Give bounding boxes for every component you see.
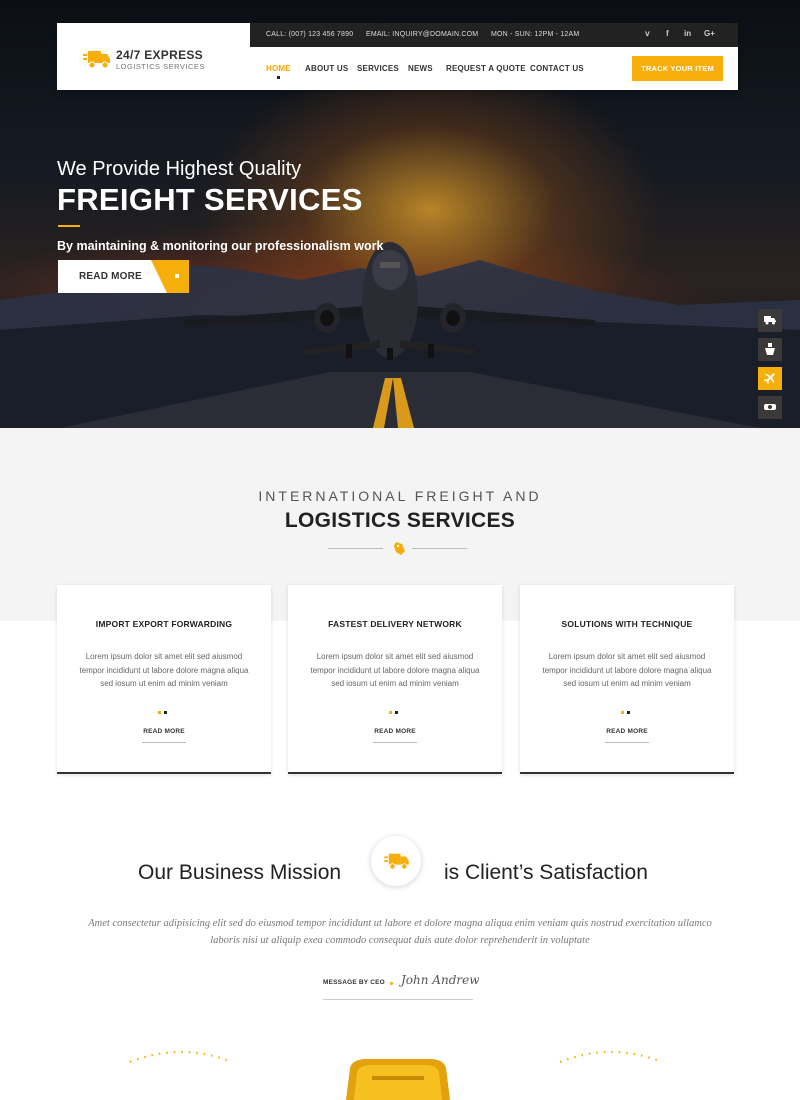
read-more-underline xyxy=(373,742,417,743)
truck-image xyxy=(346,1059,450,1100)
nav-active-indicator xyxy=(277,76,280,79)
ship-icon[interactable] xyxy=(758,338,782,361)
service-card-read-more[interactable]: READ MORE xyxy=(520,728,734,735)
service-card: SOLUTIONS WITH TECHNIQUE Lorem ipsum dol… xyxy=(520,585,734,774)
google-plus-icon[interactable]: G+ xyxy=(704,29,715,38)
service-card-read-more[interactable]: READ MORE xyxy=(57,728,271,735)
service-card: FASTEST DELIVERY NETWORK Lorem ipsum dol… xyxy=(288,585,502,774)
services-title: LOGISTICS SERVICES xyxy=(284,509,516,532)
hero-heading-underline xyxy=(58,225,80,227)
plane-icon[interactable] xyxy=(758,367,782,390)
nav-services[interactable]: SERVICES xyxy=(357,64,399,73)
card-dots-icon xyxy=(158,711,170,715)
ceo-separator-dot xyxy=(390,982,393,985)
logo-title[interactable]: 24/7 EXPRESS xyxy=(116,48,203,62)
tag-icon xyxy=(394,542,405,555)
service-card-title: IMPORT EXPORT FORWARDING xyxy=(95,619,233,629)
card-dots-icon xyxy=(389,711,401,715)
mission-badge xyxy=(371,836,421,886)
service-card-text: Lorem ipsum dolor sit amet elit sed aius… xyxy=(542,652,712,688)
linkedin-icon[interactable]: in xyxy=(684,29,691,38)
title-divider-left xyxy=(328,548,383,549)
ceo-underline xyxy=(323,999,473,1000)
nav-home[interactable]: HOME xyxy=(266,64,291,73)
button-square-icon xyxy=(175,274,179,278)
read-more-underline xyxy=(605,742,649,743)
dotted-arc-right xyxy=(559,1050,663,1064)
service-card: IMPORT EXPORT FORWARDING Lorem ipsum dol… xyxy=(57,585,271,774)
service-card-read-more[interactable]: READ MORE xyxy=(288,728,502,735)
ceo-signature: John Andrew xyxy=(401,973,480,987)
service-card-title: SOLUTIONS WITH TECHNIQUE xyxy=(561,619,693,629)
hero-subheading: We Provide Highest Quality xyxy=(57,158,302,180)
truck-icon xyxy=(384,853,409,870)
hours-info: MON - SUN: 12PM - 12AM xyxy=(491,31,580,38)
hero-tagline: By maintaining & monitoring our professi… xyxy=(57,239,384,253)
service-card-text: Lorem ipsum dolor sit amet elit sed aius… xyxy=(310,652,480,688)
site-header: 24/7 EXPRESS LOGISTICS SERVICES CALL: (0… xyxy=(57,23,738,90)
read-more-label: READ MORE xyxy=(79,271,142,282)
mission-heading-right: is Client’s Satisfaction xyxy=(444,861,648,884)
nav-request-quote[interactable]: REQUEST A QUOTE xyxy=(446,64,526,73)
phone-info: CALL: (007) 123 456 7890 xyxy=(266,31,354,38)
transport-mode-switcher xyxy=(758,309,782,425)
track-item-button[interactable]: TRACK YOUR ITEM xyxy=(632,56,723,81)
mission-heading-left: Our Business Mission xyxy=(138,861,342,884)
title-divider-right xyxy=(412,548,467,549)
nav-contact-us[interactable]: CONTACT US xyxy=(530,64,584,73)
service-card-text: Lorem ipsum dolor sit amet elit sed aius… xyxy=(79,652,249,688)
airplane-image xyxy=(185,242,595,360)
button-accent xyxy=(151,260,189,293)
top-info-bar: CALL: (007) 123 456 7890 EMAIL: INQUIRY@… xyxy=(250,23,738,47)
hero-read-more-button[interactable]: READ MORE xyxy=(58,260,189,293)
read-more-underline xyxy=(142,742,186,743)
services-kicker: INTERNATIONAL FREIGHT AND xyxy=(258,488,542,504)
logo-subtitle: LOGISTICS SERVICES xyxy=(116,62,205,71)
nav-news[interactable]: NEWS xyxy=(408,64,433,73)
service-card-title: FASTEST DELIVERY NETWORK xyxy=(328,619,462,629)
truck-icon xyxy=(83,51,110,69)
facebook-icon[interactable]: f xyxy=(666,29,669,38)
truck-icon[interactable] xyxy=(758,309,782,332)
mission-paragraph: Amet consectetur adipisicing elit sed do… xyxy=(88,918,712,946)
train-icon[interactable] xyxy=(758,396,782,419)
twitter-icon[interactable]: 𝗏 xyxy=(645,29,650,38)
ceo-message-label: MESSAGE BY CEO xyxy=(323,979,385,986)
nav-about-us[interactable]: ABOUT US xyxy=(305,64,348,73)
card-dots-icon xyxy=(621,711,633,715)
email-info[interactable]: EMAIL: INQUIRY@DOMAIN.COM xyxy=(366,31,478,38)
dotted-arc-left xyxy=(129,1050,233,1064)
hero-heading: FREIGHT SERVICES xyxy=(57,182,363,217)
